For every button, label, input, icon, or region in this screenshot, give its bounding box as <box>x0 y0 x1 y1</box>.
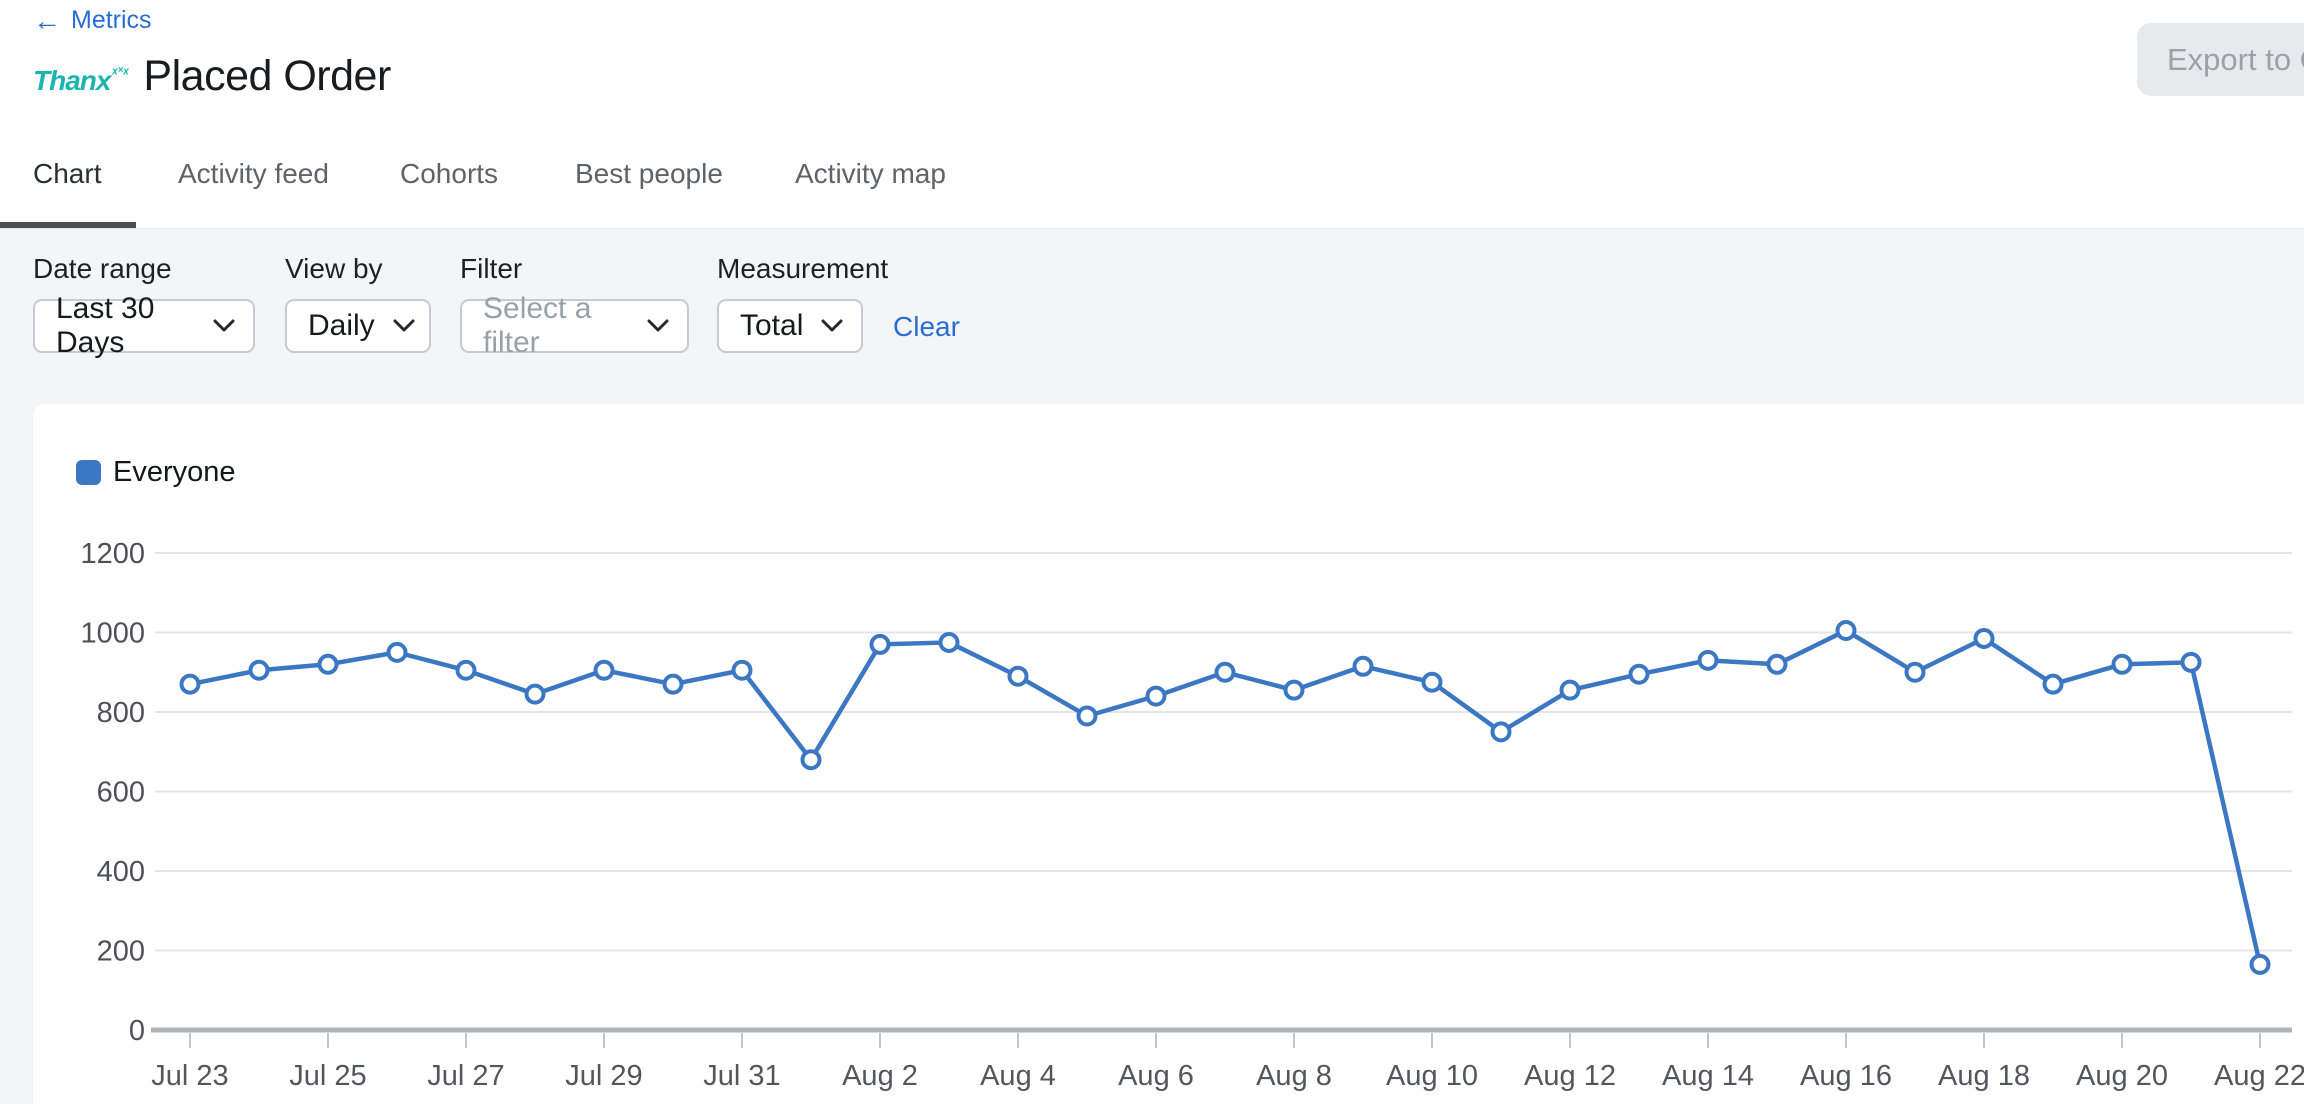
view-by-value: Daily <box>308 309 375 343</box>
svg-text:200: 200 <box>97 936 145 968</box>
data-point[interactable] <box>251 662 268 679</box>
svg-text:Aug 2: Aug 2 <box>842 1060 918 1092</box>
metrics-detail-page: ← Metrics Thanxˣ˟ˣ Placed Order Export t… <box>0 0 2304 1104</box>
data-point[interactable] <box>1079 707 1096 724</box>
svg-text:Jul 29: Jul 29 <box>565 1060 642 1092</box>
data-point[interactable] <box>2045 676 2062 693</box>
tab-chart[interactable]: Chart <box>33 158 101 190</box>
svg-text:Aug 6: Aug 6 <box>1118 1060 1194 1092</box>
filter-placeholder: Select a filter <box>483 292 629 360</box>
data-point[interactable] <box>734 662 751 679</box>
svg-text:1200: 1200 <box>80 538 145 570</box>
svg-text:600: 600 <box>97 777 145 809</box>
view-by-select[interactable]: Daily <box>285 299 431 353</box>
thanx-logo: Thanxˣ˟ˣ <box>33 65 127 97</box>
back-link-label: Metrics <box>71 6 152 35</box>
data-point[interactable] <box>1493 723 1510 740</box>
chart-card: Everyone 020040060080010001200Jul 23Jul … <box>33 404 2304 1104</box>
svg-text:Jul 27: Jul 27 <box>427 1060 504 1092</box>
svg-text:400: 400 <box>97 856 145 888</box>
data-point[interactable] <box>1838 622 1855 639</box>
data-point[interactable] <box>803 751 820 768</box>
svg-text:Jul 23: Jul 23 <box>151 1060 228 1092</box>
svg-text:Aug 10: Aug 10 <box>1386 1060 1478 1092</box>
data-point[interactable] <box>389 644 406 661</box>
data-point[interactable] <box>1562 682 1579 699</box>
logo-sparkles-icon: ˣ˟ˣ <box>111 65 128 82</box>
data-point[interactable] <box>941 634 958 651</box>
data-point[interactable] <box>1010 668 1027 685</box>
date-range-label: Date range <box>33 253 172 285</box>
date-range-value: Last 30 Days <box>56 292 195 360</box>
tab-best-people[interactable]: Best people <box>575 158 723 190</box>
chevron-down-icon <box>213 319 235 333</box>
data-point[interactable] <box>2252 956 2269 973</box>
data-point[interactable] <box>1769 656 1786 673</box>
svg-text:Aug 4: Aug 4 <box>980 1060 1056 1092</box>
data-point[interactable] <box>527 686 544 703</box>
svg-text:Aug 18: Aug 18 <box>1938 1060 2030 1092</box>
data-point[interactable] <box>1217 664 1234 681</box>
svg-text:Aug 12: Aug 12 <box>1524 1060 1616 1092</box>
svg-text:Aug 8: Aug 8 <box>1256 1060 1332 1092</box>
svg-text:1000: 1000 <box>80 618 145 650</box>
filter-select[interactable]: Select a filter <box>460 299 689 353</box>
data-point[interactable] <box>1631 666 1648 683</box>
svg-text:Jul 31: Jul 31 <box>703 1060 780 1092</box>
tab-bar: Chart Activity feed Cohorts Best people … <box>0 158 2304 228</box>
data-point[interactable] <box>2114 656 2131 673</box>
chevron-down-icon <box>821 319 843 333</box>
page-title: Placed Order <box>143 52 390 101</box>
tab-activity-feed[interactable]: Activity feed <box>178 158 329 190</box>
data-point[interactable] <box>1424 674 1441 691</box>
date-range-select[interactable]: Last 30 Days <box>33 299 255 353</box>
content-area: Date range View by Filter Measurement La… <box>0 229 2304 1104</box>
chevron-down-icon <box>393 319 415 333</box>
svg-text:Jul 25: Jul 25 <box>289 1060 366 1092</box>
svg-text:Aug 16: Aug 16 <box>1800 1060 1892 1092</box>
measurement-label: Measurement <box>717 253 888 285</box>
data-point[interactable] <box>1355 658 1372 675</box>
export-button[interactable]: Export to CSV <box>2137 23 2304 96</box>
data-point[interactable] <box>1148 688 1165 705</box>
data-point[interactable] <box>1700 652 1717 669</box>
chevron-down-icon <box>647 319 669 333</box>
measurement-value: Total <box>740 309 803 343</box>
data-point[interactable] <box>1976 630 1993 647</box>
svg-text:Aug 20: Aug 20 <box>2076 1060 2168 1092</box>
back-to-metrics-link[interactable]: ← Metrics <box>33 6 152 35</box>
clear-filters-link[interactable]: Clear <box>893 311 960 343</box>
svg-text:Aug 14: Aug 14 <box>1662 1060 1754 1092</box>
back-arrow-icon: ← <box>33 7 61 35</box>
data-point[interactable] <box>1286 682 1303 699</box>
line-chart: 0 200 400 600 800 1000 1200 Jul 23 Jul 25 Jul 27 J… <box>33 404 2304 1104</box>
data-point[interactable] <box>320 656 337 673</box>
data-point[interactable] <box>1907 664 1924 681</box>
data-point[interactable] <box>596 662 613 679</box>
data-point[interactable] <box>872 636 889 653</box>
view-by-label: View by <box>285 253 383 285</box>
tab-activity-map[interactable]: Activity map <box>795 158 946 190</box>
data-point[interactable] <box>2183 654 2200 671</box>
filter-label: Filter <box>460 253 522 285</box>
svg-text:Aug 22: Aug 22 <box>2214 1060 2304 1092</box>
tab-cohorts[interactable]: Cohorts <box>400 158 498 190</box>
data-point[interactable] <box>182 676 199 693</box>
title-row: Thanxˣ˟ˣ Placed Order <box>33 52 391 101</box>
svg-text:0: 0 <box>129 1015 145 1047</box>
svg-text:800: 800 <box>97 697 145 729</box>
data-point[interactable] <box>458 662 475 679</box>
data-point[interactable] <box>665 676 682 693</box>
measurement-select[interactable]: Total <box>717 299 863 353</box>
